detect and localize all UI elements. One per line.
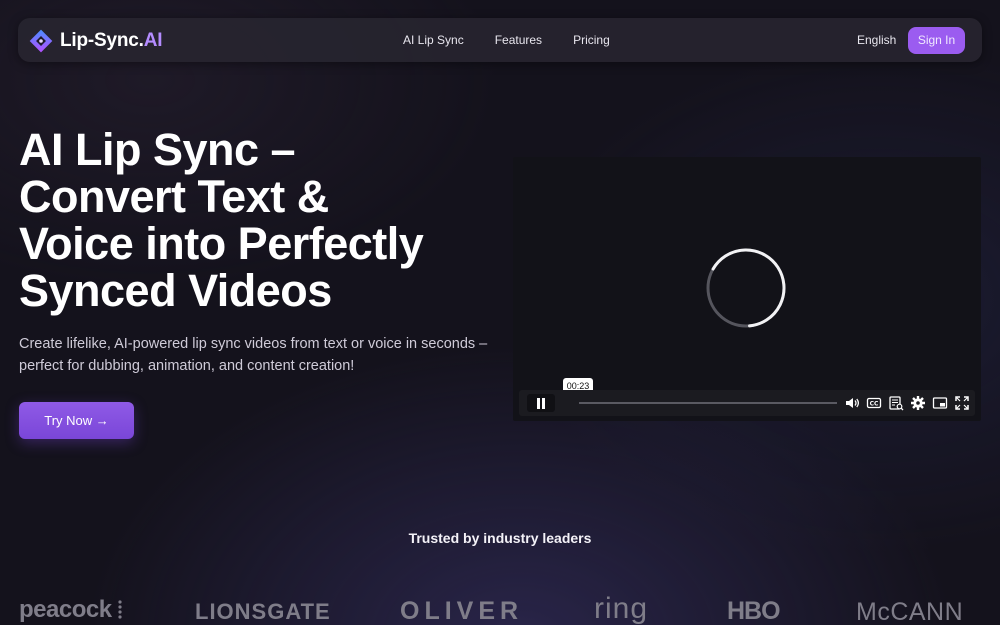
nav-link-ai-lip-sync[interactable]: AI Lip Sync [403,33,464,47]
peacock-dots-icon [118,598,122,625]
svg-text:CC: CC [870,401,879,408]
hero-title-line: AI Lip Sync – [19,124,296,175]
transcript-icon[interactable] [887,394,905,412]
sign-in-button[interactable]: Sign In [908,27,965,54]
hero-title: AI Lip Sync – Convert Text & Voice into … [19,126,499,314]
hero-subtitle: Create lifelike, AI-powered lip sync vid… [19,333,499,377]
logo[interactable]: Lip-Sync.AI [28,28,163,54]
fullscreen-icon[interactable] [953,394,971,412]
brand-logo-oliver: OLIVER [400,597,524,625]
logo-text: Lip-Sync.AI [60,30,163,51]
captions-icon[interactable]: CC [865,394,883,412]
trusted-heading: Trusted by industry leaders [408,530,592,546]
hero-subtitle-line: Create lifelike, AI-powered lip sync vid… [19,336,488,352]
try-now-button[interactable]: Try Now → [19,402,134,439]
language-selector[interactable]: English [857,33,896,47]
pause-icon[interactable] [527,394,555,412]
video-controls: CC [519,390,975,416]
brand-logos: peacock LIONSGATE OLIVER ring HBO McCANN [0,592,1000,625]
pip-icon[interactable] [931,394,949,412]
nav-link-pricing[interactable]: Pricing [573,33,610,47]
brand-logo-mccann: McCANN [856,598,964,625]
nav-links: AI Lip Sync Features Pricing [403,18,641,62]
loading-spinner-icon [705,247,787,329]
brand-logo-peacock: peacock [19,596,112,623]
brand-logo-lionsgate: LIONSGATE [195,599,331,624]
video-player[interactable]: 00:23 CC [513,157,981,421]
settings-icon[interactable] [909,394,927,412]
top-nav: Lip-Sync.AI AI Lip Sync Features Pricing… [18,18,982,62]
brand-logo-hbo: HBO [727,597,781,625]
hero-title-line: Synced Videos [19,265,332,316]
hero-title-line: Voice into Perfectly [19,218,424,269]
logo-diamond-icon [28,28,54,54]
nav-link-features[interactable]: Features [495,33,542,47]
volume-icon[interactable] [843,394,861,412]
hero-title-line: Convert Text & [19,171,329,222]
brand-logo-ring: ring [594,592,649,625]
hero-subtitle-line: perfect for dubbing, animation, and cont… [19,358,355,374]
progress-bar[interactable] [579,402,837,404]
